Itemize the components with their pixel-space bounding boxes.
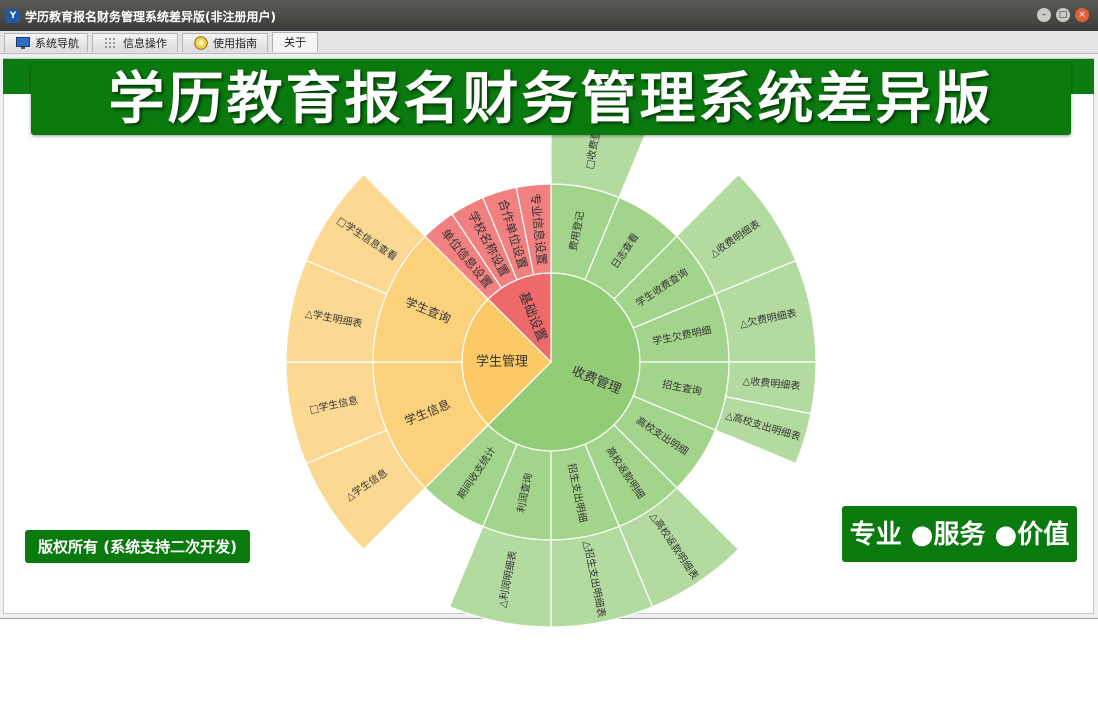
- sunburst-category-label: 学生管理: [476, 354, 528, 370]
- slogan-badge: 专业 ●服务 ●价值: [842, 506, 1077, 562]
- sunburst-leaf[interactable]: [448, 525, 552, 628]
- copyright-badge: 版权所有 (系统支持二次开发): [25, 530, 250, 563]
- banner-title: 学历教育报名财务管理系统差异版: [31, 63, 1071, 135]
